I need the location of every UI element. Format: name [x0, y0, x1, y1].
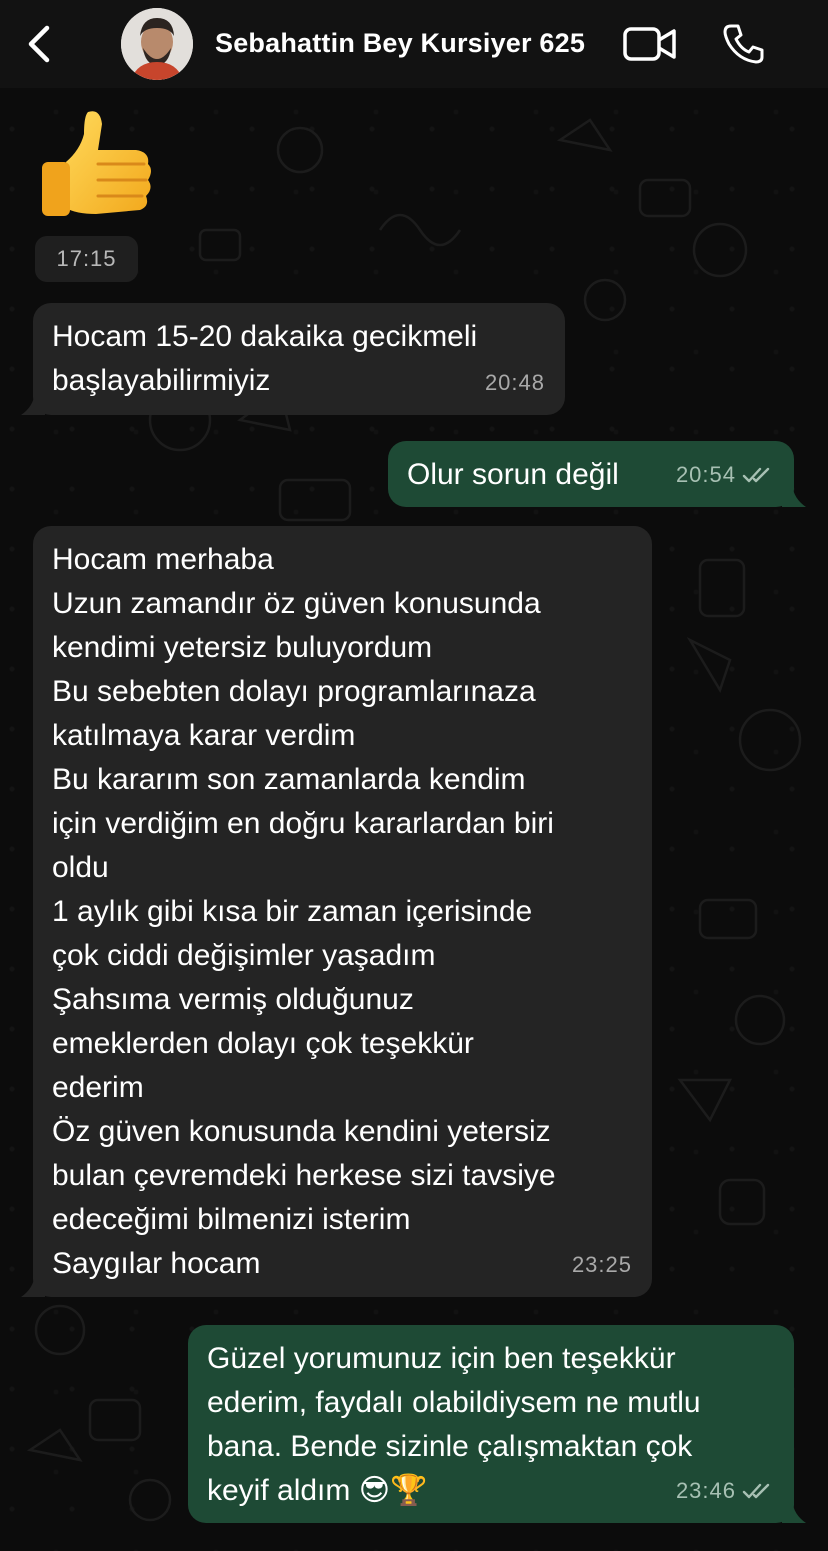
- bubble-tail: [21, 393, 45, 415]
- double-check-icon: [742, 467, 770, 483]
- chevron-left-icon: [28, 25, 50, 63]
- bubble-tail: [21, 1275, 45, 1297]
- contact-avatar[interactable]: [121, 8, 193, 80]
- bubble-tail: [782, 1501, 806, 1523]
- outgoing-message[interactable]: Olur sorun değil 20:54: [388, 441, 806, 507]
- bubble-tail: [782, 485, 806, 507]
- phone-icon: [723, 24, 764, 64]
- thumbs-up-sticker[interactable]: [36, 104, 158, 232]
- back-button[interactable]: [22, 22, 58, 66]
- video-call-button[interactable]: [620, 22, 680, 66]
- message-time: 20:48: [484, 370, 545, 395]
- chat-header: Sebahattin Bey Kursiyer 625: [0, 0, 828, 88]
- incoming-message[interactable]: Hocam merhaba Uzun zamandır öz güven kon…: [21, 526, 652, 1297]
- message-time: 23:46: [675, 1478, 736, 1503]
- video-camera-icon: [623, 27, 676, 61]
- message-meta: 20:48: [485, 361, 545, 405]
- message-meta: 20:54: [676, 453, 774, 497]
- message-list[interactable]: 17:15 Hocam 15-20 dakaika gecikmeli başl…: [0, 88, 828, 1551]
- outgoing-message[interactable]: Güzel yorumunuz için ben teşekkür ederim…: [188, 1325, 806, 1523]
- double-check-icon: [742, 1483, 770, 1499]
- voice-call-button[interactable]: [718, 20, 768, 68]
- message-time: 23:25: [571, 1252, 632, 1277]
- message-text: Hocam 15-20 dakaika gecikmeli başlayabil…: [52, 320, 478, 397]
- message-meta: 23:46: [676, 1469, 774, 1513]
- message-time: 20:54: [675, 462, 736, 487]
- incoming-message[interactable]: Hocam 15-20 dakaika gecikmeli başlayabil…: [21, 303, 565, 415]
- message-time: 17:15: [35, 236, 138, 282]
- thumbs-up-icon: [42, 111, 151, 216]
- message-text: Hocam merhaba Uzun zamandır öz güven kon…: [52, 543, 556, 1280]
- contact-name[interactable]: Sebahattin Bey Kursiyer 625: [215, 28, 585, 59]
- message-meta: 23:25: [572, 1243, 632, 1287]
